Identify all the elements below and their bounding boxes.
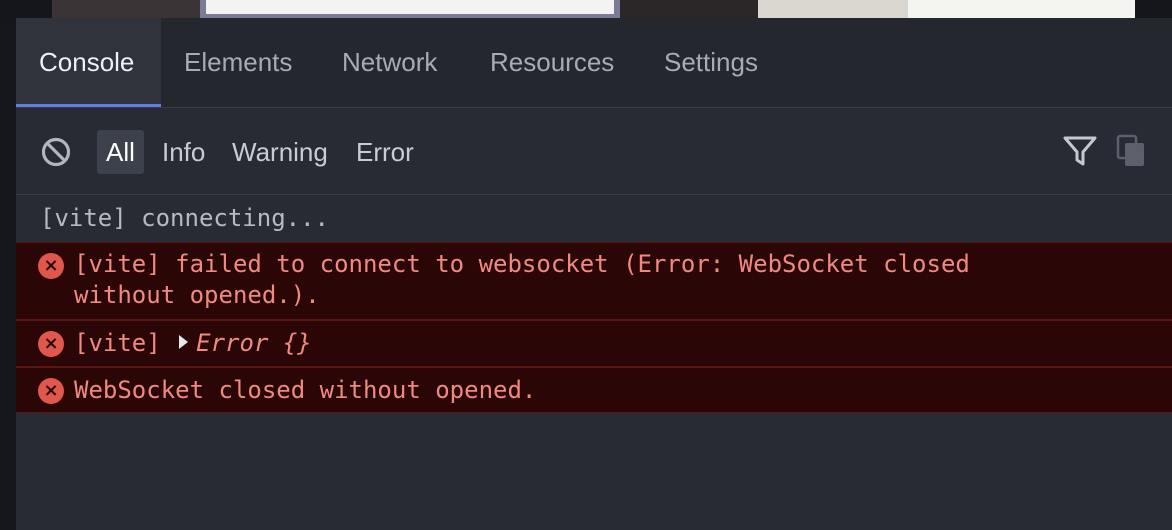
console-toolbar: All Info Warning Error — [16, 108, 1172, 195]
funnel-icon[interactable] — [1062, 134, 1098, 168]
log-message: [vite] Error {} — [74, 328, 312, 359]
log-message: [vite] connecting... — [40, 204, 329, 232]
devtools-panel: Console Elements Network Resources Setti… — [16, 18, 1172, 530]
log-entry-error: × [vite] Error {} — [16, 320, 1172, 367]
log-message: WebSocket closed without opened. — [74, 376, 537, 404]
clear-console-icon[interactable] — [40, 136, 72, 168]
filter-error-button[interactable]: Error — [347, 130, 423, 174]
tab-resources[interactable]: Resources — [467, 18, 637, 107]
log-entry-error: × WebSocket closed without opened. — [16, 367, 1172, 413]
error-x-icon: × — [38, 378, 64, 404]
log-entry-error: × [vite] failed to connect to websocket … — [16, 242, 1172, 320]
left-gutter — [0, 0, 16, 530]
copy-icon[interactable] — [1116, 134, 1146, 168]
error-x-icon: × — [38, 253, 64, 279]
background-video-strip — [0, 0, 1172, 18]
filter-info-button[interactable]: Info — [153, 130, 214, 174]
error-object-preview[interactable]: Error {} — [196, 329, 312, 357]
error-x-icon: × — [38, 331, 64, 357]
filter-warning-button[interactable]: Warning — [223, 130, 337, 174]
log-message: [vite] failed to connect to websocket (E… — [74, 250, 970, 278]
log-message-continued: without opened.). — [74, 281, 320, 309]
log-prefix: [vite] — [74, 329, 161, 357]
expand-triangle-icon[interactable] — [179, 335, 189, 349]
console-log-area: [vite] connecting... × [vite] failed to … — [16, 195, 1172, 530]
tab-elements[interactable]: Elements — [161, 18, 315, 107]
filter-all-button[interactable]: All — [97, 130, 144, 174]
tab-settings[interactable]: Settings — [641, 18, 781, 107]
log-entry-info: [vite] connecting... — [16, 195, 1172, 242]
devtools-tabbar: Console Elements Network Resources Setti… — [16, 18, 1172, 108]
tab-console[interactable]: Console — [16, 18, 161, 107]
tab-network[interactable]: Network — [319, 18, 460, 107]
